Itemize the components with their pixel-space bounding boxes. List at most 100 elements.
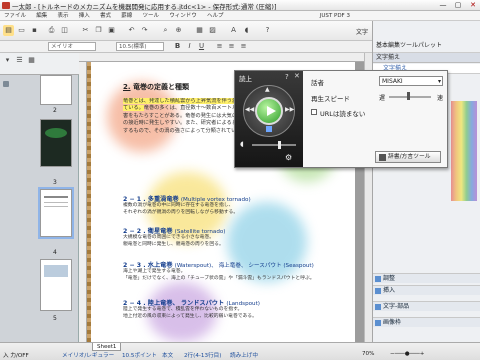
thumb-tool-icon[interactable]: ▾ — [2, 55, 13, 66]
status-font[interactable]: メイリオ/レギュラー — [62, 351, 114, 359]
menu-file[interactable]: ファイル — [0, 11, 30, 21]
speed-slider[interactable]: 遅 速 — [379, 92, 443, 102]
underline-icon[interactable]: U — [196, 41, 207, 52]
page-thumbnail-selected[interactable] — [38, 187, 74, 239]
help-tool-icon[interactable]: ? — [262, 25, 273, 36]
open-icon[interactable]: ▭ — [16, 25, 27, 36]
find-icon[interactable]: ⌕ — [160, 25, 171, 36]
page-thumbnail[interactable] — [40, 259, 72, 311]
play-button[interactable] — [255, 97, 283, 125]
palette-section-image-frame[interactable]: 画像枠 — [373, 317, 480, 327]
subsection-title: 2 − 3 . 水上竜巻 (Waterspout)、 海上竜巻、 シースパウト … — [123, 262, 314, 269]
cut-icon[interactable]: ✂ — [80, 25, 91, 36]
align-left-icon[interactable]: ≡ — [214, 41, 225, 52]
volume-knob[interactable] — [278, 141, 281, 149]
thumb-grid-icon[interactable]: ▦ — [26, 55, 37, 66]
settings-gear-icon[interactable]: ⚙ — [285, 153, 292, 162]
palette-title-bar[interactable]: 文字揃え — [373, 53, 480, 63]
paste-icon[interactable]: ▣ — [106, 25, 117, 36]
sheet-tab[interactable]: Sheet1 — [92, 343, 122, 351]
volume-track[interactable] — [252, 144, 296, 146]
toolbar-right-label: 文字 — [356, 29, 369, 36]
menu-tools[interactable]: ツール — [139, 11, 164, 21]
menu-bar: ファイル 編集 表示 挿入 書式 罫線 ツール ウィンドウ ヘルプ JUST P… — [0, 11, 480, 21]
skip-url-checkbox[interactable] — [311, 109, 317, 115]
zoom-icon[interactable]: ⊕ — [173, 25, 184, 36]
bold-icon[interactable]: B — [172, 41, 183, 52]
speech-control-pad: 読上 ? ✕ ▲ ◀◀ ▶▶ ◖ ⚙ — [235, 71, 303, 167]
subsection-text: 海上や湖上で発生する竜巻。 「竜巻」だけでなく、海上の「チューブ状の雲」や「漏斗… — [123, 269, 315, 281]
fast-forward-icon[interactable]: ▶▶ — [285, 106, 294, 113]
save-icon[interactable]: ▪ — [29, 25, 40, 36]
thumbnail-toolbar: ▾ ☰ ▦ — [0, 53, 79, 75]
page-thumbnail[interactable] — [40, 119, 72, 167]
dictionary-tool-button[interactable]: 辞書/方言ツール — [375, 151, 441, 163]
subsection-text: 陸上で発生する竜巻で、積乱雲を伴わないものを指す。 地上付近の風の収束によって発… — [123, 307, 257, 319]
rewind-icon[interactable]: ◀◀ — [245, 106, 254, 113]
zoom-level[interactable]: 70% — [362, 351, 374, 357]
palette-header: 基本編集ツールパレット — [373, 39, 480, 53]
help-icon[interactable]: ? — [285, 73, 289, 81]
speed-knob[interactable] — [407, 92, 410, 100]
status-style[interactable]: 本文 — [162, 351, 173, 359]
menu-help[interactable]: ヘルプ — [203, 11, 228, 21]
menu-edit[interactable]: 編集 — [32, 11, 51, 21]
page-thumbnail-panel: ▾ ☰ ▦ 2 3 4 5 — [0, 53, 79, 342]
vertical-ruler[interactable] — [79, 62, 87, 342]
status-reading: 読み上げ中 — [230, 353, 258, 359]
thumb-pin-icon — [3, 81, 9, 87]
maximize-button[interactable]: ▢ — [451, 0, 465, 10]
speaker-icon: ◖ — [240, 140, 244, 148]
page-thumbnail[interactable] — [40, 75, 72, 105]
zoom-slider-icon[interactable]: −───●───+ — [390, 351, 424, 357]
horizontal-ruler[interactable] — [79, 53, 364, 62]
menu-window[interactable]: ウィンドウ — [165, 11, 201, 21]
size-select[interactable]: 10.5(標準) — [116, 42, 164, 51]
menu-justpdf[interactable]: JUST PDF 3 — [230, 11, 354, 21]
speaker-tool-icon[interactable]: ◖ — [241, 25, 252, 36]
speech-dialog-title: 読上 — [239, 75, 252, 83]
palette-section-adjust[interactable]: 調整 — [373, 273, 480, 283]
close-icon[interactable]: ✕ — [294, 72, 300, 80]
palette-section-char-parts[interactable]: 文字-部品 — [373, 301, 480, 311]
print-icon[interactable]: ⎙ — [46, 25, 57, 36]
new-icon[interactable]: ▤ — [3, 25, 14, 36]
input-mode[interactable]: 入 力/OFF — [3, 351, 29, 359]
dictionary-button-label: 辞書/方言ツール — [388, 154, 431, 160]
window-title: 一太郎 - [トルネードのメカニズムを機器開発に応用する.jtdc<1> - 保… — [12, 3, 277, 11]
speed-slow-label: 遅 — [379, 95, 386, 102]
app-icon — [2, 2, 10, 9]
redo-icon[interactable]: ↷ — [139, 25, 150, 36]
style-icon[interactable]: A — [228, 25, 239, 36]
color-swatches[interactable] — [451, 101, 477, 201]
align-right-icon[interactable]: ≡ — [238, 41, 249, 52]
image-icon[interactable]: ▨ — [207, 25, 218, 36]
volume-slider[interactable]: ◖ — [240, 140, 298, 149]
minimize-button[interactable]: — — [436, 0, 450, 10]
copy-icon[interactable]: ❐ — [93, 25, 104, 36]
italic-icon[interactable]: I — [184, 41, 195, 52]
skip-url-label: URLは読まない — [320, 110, 366, 118]
status-size[interactable]: 10.5ポイント — [122, 351, 157, 359]
undo-icon[interactable]: ↶ — [126, 25, 137, 36]
menu-view[interactable]: 表示 — [54, 11, 73, 21]
align-center-icon[interactable]: ≡ — [226, 41, 237, 52]
menu-insert[interactable]: 挿入 — [75, 11, 94, 21]
font-select[interactable]: メイリオ — [48, 42, 96, 51]
page-number: 4 — [53, 249, 57, 256]
status-bar: Sheet1 入 力/OFF メイリオ/レギュラー 10.5ポイント 本文 2行… — [0, 342, 480, 360]
close-button[interactable]: ✕ — [466, 0, 480, 10]
palette-section-insert[interactable]: 挿入 — [373, 285, 480, 295]
prev-line-icon[interactable]: ▲ — [265, 86, 270, 93]
speaker-select[interactable]: MISAKI — [379, 76, 443, 86]
main-toolbar: ▤ ▭ ▪ ⎙ ◫ ✂ ❐ ▣ ↶ ↷ ⌕ ⊕ ▦ ▨ A ◖ ? 文字 — [0, 21, 372, 41]
preview-icon[interactable]: ◫ — [59, 25, 70, 36]
adjust-icon — [375, 276, 381, 282]
menu-format[interactable]: 書式 — [96, 11, 115, 21]
speed-track[interactable] — [389, 96, 431, 98]
status-position: 2行(4-13行目) — [184, 353, 222, 359]
table-icon[interactable]: ▦ — [194, 25, 205, 36]
thumb-list-icon[interactable]: ☰ — [14, 55, 25, 66]
stop-icon[interactable] — [266, 126, 272, 132]
menu-ruled[interactable]: 罫線 — [117, 11, 136, 21]
